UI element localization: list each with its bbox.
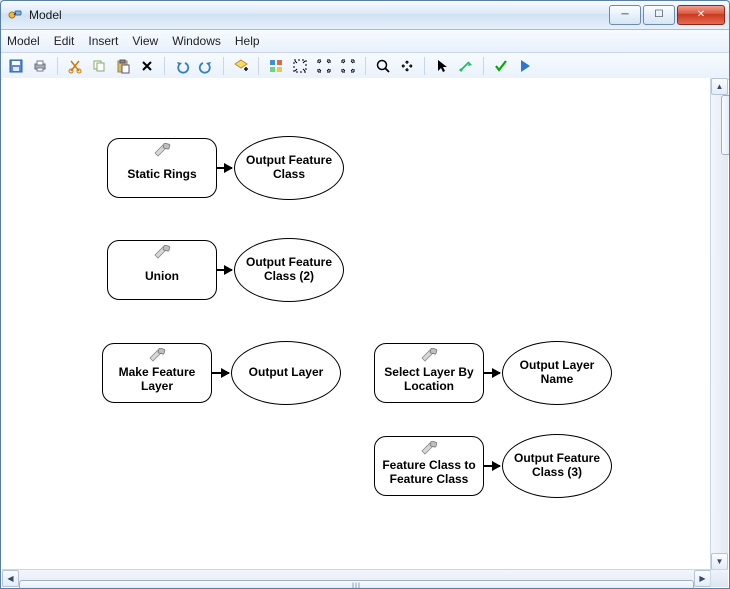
close-button[interactable]: ✕ <box>677 5 725 25</box>
node-label: Make Feature Layer <box>109 366 205 394</box>
maximize-button[interactable]: ☐ <box>643 5 675 25</box>
horizontal-scrollbar[interactable]: ◀ ▶ <box>2 569 711 587</box>
zoom-out-icon[interactable] <box>339 57 357 75</box>
auto-layout-icon[interactable] <box>267 57 285 75</box>
node-label: Output Layer Name <box>513 359 601 387</box>
menu-windows[interactable]: Windows <box>172 34 221 48</box>
toolbar <box>1 53 729 80</box>
node-label: Static Rings <box>127 168 196 182</box>
node-label: Output Feature Class (2) <box>245 256 333 284</box>
node-label: Feature Class to Feature Class <box>381 459 477 487</box>
output-node[interactable]: Output Feature Class (2) <box>234 238 344 302</box>
tool-node[interactable]: Make Feature Layer <box>102 343 212 403</box>
output-node[interactable]: Output Feature Class <box>234 136 344 200</box>
delete-icon[interactable] <box>138 57 156 75</box>
undo-icon[interactable] <box>173 57 191 75</box>
run-icon[interactable] <box>516 57 534 75</box>
app-window: Model ─ ☐ ✕ Model Edit Insert View Windo… <box>0 0 730 589</box>
tool-node[interactable]: Static Rings <box>107 138 217 198</box>
scroll-left-icon[interactable]: ◀ <box>2 570 19 587</box>
tool-node[interactable]: Feature Class to Feature Class <box>374 436 484 496</box>
minimize-button[interactable]: ─ <box>609 5 641 25</box>
zoom-in-icon[interactable] <box>315 57 333 75</box>
scroll-corner <box>710 569 728 587</box>
connector-arrow[interactable] <box>212 372 229 374</box>
copy-icon[interactable] <box>90 57 108 75</box>
menu-model[interactable]: Model <box>7 34 40 48</box>
hammer-icon <box>420 441 438 459</box>
node-label: Union <box>145 270 179 284</box>
connector-arrow[interactable] <box>484 465 500 467</box>
scroll-right-icon[interactable]: ▶ <box>694 570 711 587</box>
menu-view[interactable]: View <box>132 34 158 48</box>
node-label: Output Feature Class (3) <box>513 452 601 480</box>
scroll-down-icon[interactable]: ▼ <box>711 553 728 570</box>
node-label: Select Layer By Location <box>381 366 477 394</box>
redo-icon[interactable] <box>197 57 215 75</box>
tool-node[interactable]: Select Layer By Location <box>374 343 484 403</box>
scroll-up-icon[interactable]: ▲ <box>711 78 728 95</box>
hammer-icon <box>420 348 438 366</box>
workarea: Static Rings Output Feature Class Union Out… <box>2 78 728 587</box>
node-label: Output Layer <box>249 366 324 380</box>
vertical-scroll-thumb[interactable] <box>721 95 730 155</box>
zoom-actual-icon[interactable] <box>374 57 392 75</box>
menu-insert[interactable]: Insert <box>88 34 118 48</box>
cut-icon[interactable] <box>66 57 84 75</box>
output-node[interactable]: Output Feature Class (3) <box>502 434 612 498</box>
titlebar: Model ─ ☐ ✕ <box>1 1 729 30</box>
model-canvas[interactable]: Static Rings Output Feature Class Union Out… <box>2 78 711 570</box>
hammer-icon <box>148 348 166 366</box>
menubar: Model Edit Insert View Windows Help <box>1 30 729 53</box>
print-icon[interactable] <box>31 57 49 75</box>
validate-icon[interactable] <box>492 57 510 75</box>
save-icon[interactable] <box>7 57 25 75</box>
tool-node[interactable]: Union <box>107 240 217 300</box>
window-title: Model <box>29 8 607 22</box>
hammer-icon <box>153 245 171 263</box>
connector-arrow[interactable] <box>217 167 232 169</box>
select-icon[interactable] <box>433 57 451 75</box>
connector-arrow[interactable] <box>217 269 232 271</box>
connector-arrow[interactable] <box>484 372 500 374</box>
connect-icon[interactable] <box>457 57 475 75</box>
paste-icon[interactable] <box>114 57 132 75</box>
output-node[interactable]: Output Layer <box>231 341 341 405</box>
app-icon <box>7 7 23 23</box>
vertical-scrollbar[interactable]: ▲ ▼ <box>710 78 728 570</box>
horizontal-scroll-thumb[interactable] <box>19 580 694 589</box>
node-label: Output Feature Class <box>245 154 333 182</box>
full-extent-icon[interactable] <box>291 57 309 75</box>
pan-icon[interactable] <box>398 57 416 75</box>
menu-help[interactable]: Help <box>235 34 260 48</box>
output-node[interactable]: Output Layer Name <box>502 341 612 405</box>
add-data-icon[interactable] <box>232 57 250 75</box>
menu-edit[interactable]: Edit <box>54 34 75 48</box>
hammer-icon <box>153 143 171 161</box>
